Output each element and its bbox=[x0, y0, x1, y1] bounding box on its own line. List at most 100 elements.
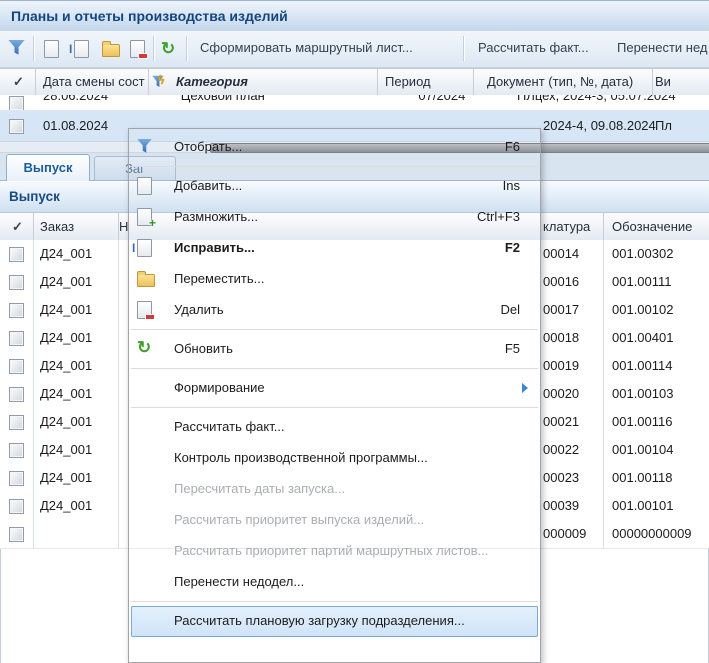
table-row[interactable]: 28.06.2024 Цеховой план 07/2024 ПЛцех, 2… bbox=[0, 95, 709, 111]
row-checkbox[interactable] bbox=[9, 303, 24, 318]
cell-designation: 00000000009 bbox=[612, 526, 692, 541]
menu-separator bbox=[129, 365, 540, 373]
row-checkbox[interactable] bbox=[9, 499, 24, 514]
cell-order: Д24_001 bbox=[40, 414, 92, 429]
toolbar-separator bbox=[33, 36, 35, 61]
menu-item-calc-fact[interactable]: Рассчитать факт... bbox=[129, 412, 540, 443]
menu-item-formation[interactable]: Формирование bbox=[129, 373, 540, 404]
tab-vypusk[interactable]: Выпуск bbox=[6, 154, 90, 181]
edit-page-icon[interactable]: I bbox=[74, 40, 94, 60]
menu-item-calc-planned-load[interactable]: Рассчитать плановую загрузку подразделен… bbox=[131, 606, 538, 637]
row-checkbox[interactable] bbox=[9, 471, 24, 486]
period-column-header[interactable]: Период bbox=[385, 74, 431, 89]
filter-sort-icon: ϟ bbox=[152, 75, 164, 91]
cell-order: Д24_001 bbox=[40, 358, 92, 373]
filter-icon[interactable] bbox=[8, 39, 28, 59]
cell-designation: 001.00114 bbox=[612, 358, 673, 373]
title-bar: Планы и отчеты производства изделий bbox=[0, 0, 709, 32]
order-column-header[interactable]: Заказ bbox=[40, 219, 74, 234]
panel-title: Выпуск bbox=[9, 189, 60, 204]
designation-column-header[interactable]: Обозначение bbox=[612, 219, 692, 234]
submenu-arrow-icon bbox=[522, 383, 528, 393]
check-column-header[interactable]: ✓ bbox=[12, 219, 23, 235]
document-column-header[interactable]: Документ (тип, №, дата) bbox=[487, 74, 633, 89]
cell-designation: 001.00401 bbox=[612, 330, 673, 345]
cell-nomenclature: 00021 bbox=[543, 414, 579, 429]
cell-order: Д24_001 bbox=[40, 386, 92, 401]
date-column-header[interactable]: Дата смены сост bbox=[43, 74, 146, 89]
cell-nomenclature: 00014 bbox=[543, 246, 579, 261]
category-column-header[interactable]: Категория bbox=[176, 74, 248, 89]
row-checkbox[interactable] bbox=[9, 387, 24, 402]
move-folder-icon[interactable] bbox=[102, 40, 122, 60]
copy-page-icon: + bbox=[137, 208, 152, 229]
context-menu: Отобрать...F6 Добавить...Ins + Размножит… bbox=[128, 128, 541, 663]
menu-item-filter[interactable]: Отобрать...F6 bbox=[129, 132, 540, 163]
move-folder-icon bbox=[137, 270, 155, 290]
cell-designation: 001.00104 bbox=[612, 442, 673, 457]
menu-item-edit[interactable]: I Исправить...F2 bbox=[129, 233, 540, 264]
new-page-icon bbox=[137, 177, 152, 198]
row-checkbox[interactable] bbox=[9, 247, 24, 262]
cell-nomenclature: 00016 bbox=[543, 274, 579, 289]
menu-item-move[interactable]: Переместить... bbox=[129, 264, 540, 295]
delete-page-icon[interactable] bbox=[130, 40, 150, 60]
cell-nomenclature: 00017 bbox=[543, 302, 579, 317]
nomenclature-column-header[interactable]: клатура bbox=[543, 219, 590, 234]
menu-item-calc-release-priority: Рассчитать приоритет выпуска изделий... bbox=[129, 505, 540, 536]
cell-nomenclature: 00023 bbox=[543, 470, 579, 485]
delete-page-icon bbox=[137, 301, 152, 322]
cell-designation: 001.00101 bbox=[612, 498, 673, 513]
toolbar-separator bbox=[153, 36, 155, 61]
menu-separator bbox=[129, 163, 540, 171]
row-checkbox[interactable] bbox=[9, 96, 24, 111]
new-page-icon[interactable] bbox=[44, 40, 64, 60]
row-checkbox[interactable] bbox=[9, 527, 24, 542]
calculate-fact-button[interactable]: Рассчитать факт... bbox=[478, 40, 589, 55]
row-checkbox[interactable] bbox=[9, 275, 24, 290]
cell-order: Д24_001 bbox=[40, 470, 92, 485]
cell-designation: 001.00103 bbox=[612, 386, 673, 401]
menu-item-add[interactable]: Добавить...Ins bbox=[129, 171, 540, 202]
row-checkbox[interactable] bbox=[9, 359, 24, 374]
refresh-icon[interactable]: ↻ bbox=[161, 40, 181, 60]
cell-order: Д24_001 bbox=[40, 246, 92, 261]
cell-designation: 001.00111 bbox=[612, 274, 672, 289]
cell-designation: 001.00102 bbox=[612, 302, 673, 317]
cell-nomenclature: 00039 bbox=[543, 498, 579, 513]
column-divider bbox=[118, 240, 119, 548]
cell-date: 28.06.2024 bbox=[43, 95, 108, 103]
menu-item-duplicate[interactable]: + Размножить...Ctrl+F3 bbox=[129, 202, 540, 233]
generate-route-sheet-button[interactable]: Сформировать маршрутный лист... bbox=[200, 40, 413, 55]
menu-separator bbox=[129, 326, 540, 334]
window-title: Планы и отчеты производства изделий bbox=[11, 8, 288, 24]
row-checkbox[interactable] bbox=[9, 331, 24, 346]
menu-separator bbox=[129, 598, 540, 606]
app-window: Планы и отчеты производства изделий I ↻ … bbox=[0, 0, 709, 663]
column-divider bbox=[33, 240, 34, 548]
hidden-column-header[interactable]: Н bbox=[119, 219, 128, 234]
row-checkbox[interactable] bbox=[9, 415, 24, 430]
plans-table-header: ✓ Дата смены сост ϟ Категория Период Док… bbox=[0, 68, 709, 96]
toolbar-separator bbox=[186, 36, 188, 61]
cell-designation: 001.00118 bbox=[612, 470, 673, 485]
menu-item-program-control[interactable]: Контроль производственной программы... bbox=[129, 443, 540, 474]
cell-nomenclature: 000009 bbox=[543, 526, 586, 541]
cell-order: Д24_001 bbox=[40, 330, 92, 345]
check-column-header[interactable]: ✓ bbox=[13, 74, 24, 90]
vid-column-header[interactable]: Ви bbox=[655, 74, 671, 89]
toolbar-separator bbox=[463, 36, 465, 61]
cell-category: Цеховой план bbox=[181, 95, 265, 103]
menu-item-refresh[interactable]: ↻ ОбновитьF5 bbox=[129, 334, 540, 365]
edit-page-icon: I bbox=[137, 239, 152, 260]
menu-item-delete[interactable]: УдалитьDel bbox=[129, 295, 540, 326]
row-checkbox[interactable] bbox=[9, 443, 24, 458]
menu-item-carry-over[interactable]: Перенести недодел... bbox=[129, 567, 540, 598]
cell-nomenclature: 00020 bbox=[543, 386, 579, 401]
row-checkbox[interactable] bbox=[9, 119, 24, 134]
carry-over-button[interactable]: Перенести нед bbox=[617, 40, 707, 55]
menu-item-recalc-launch-dates: Пересчитать даты запуска... bbox=[129, 474, 540, 505]
menu-separator bbox=[129, 404, 540, 412]
cell-designation: 001.00302 bbox=[612, 246, 673, 261]
cell-document: ПЛцех, 2024-3, 05.07.2024 bbox=[517, 95, 676, 103]
